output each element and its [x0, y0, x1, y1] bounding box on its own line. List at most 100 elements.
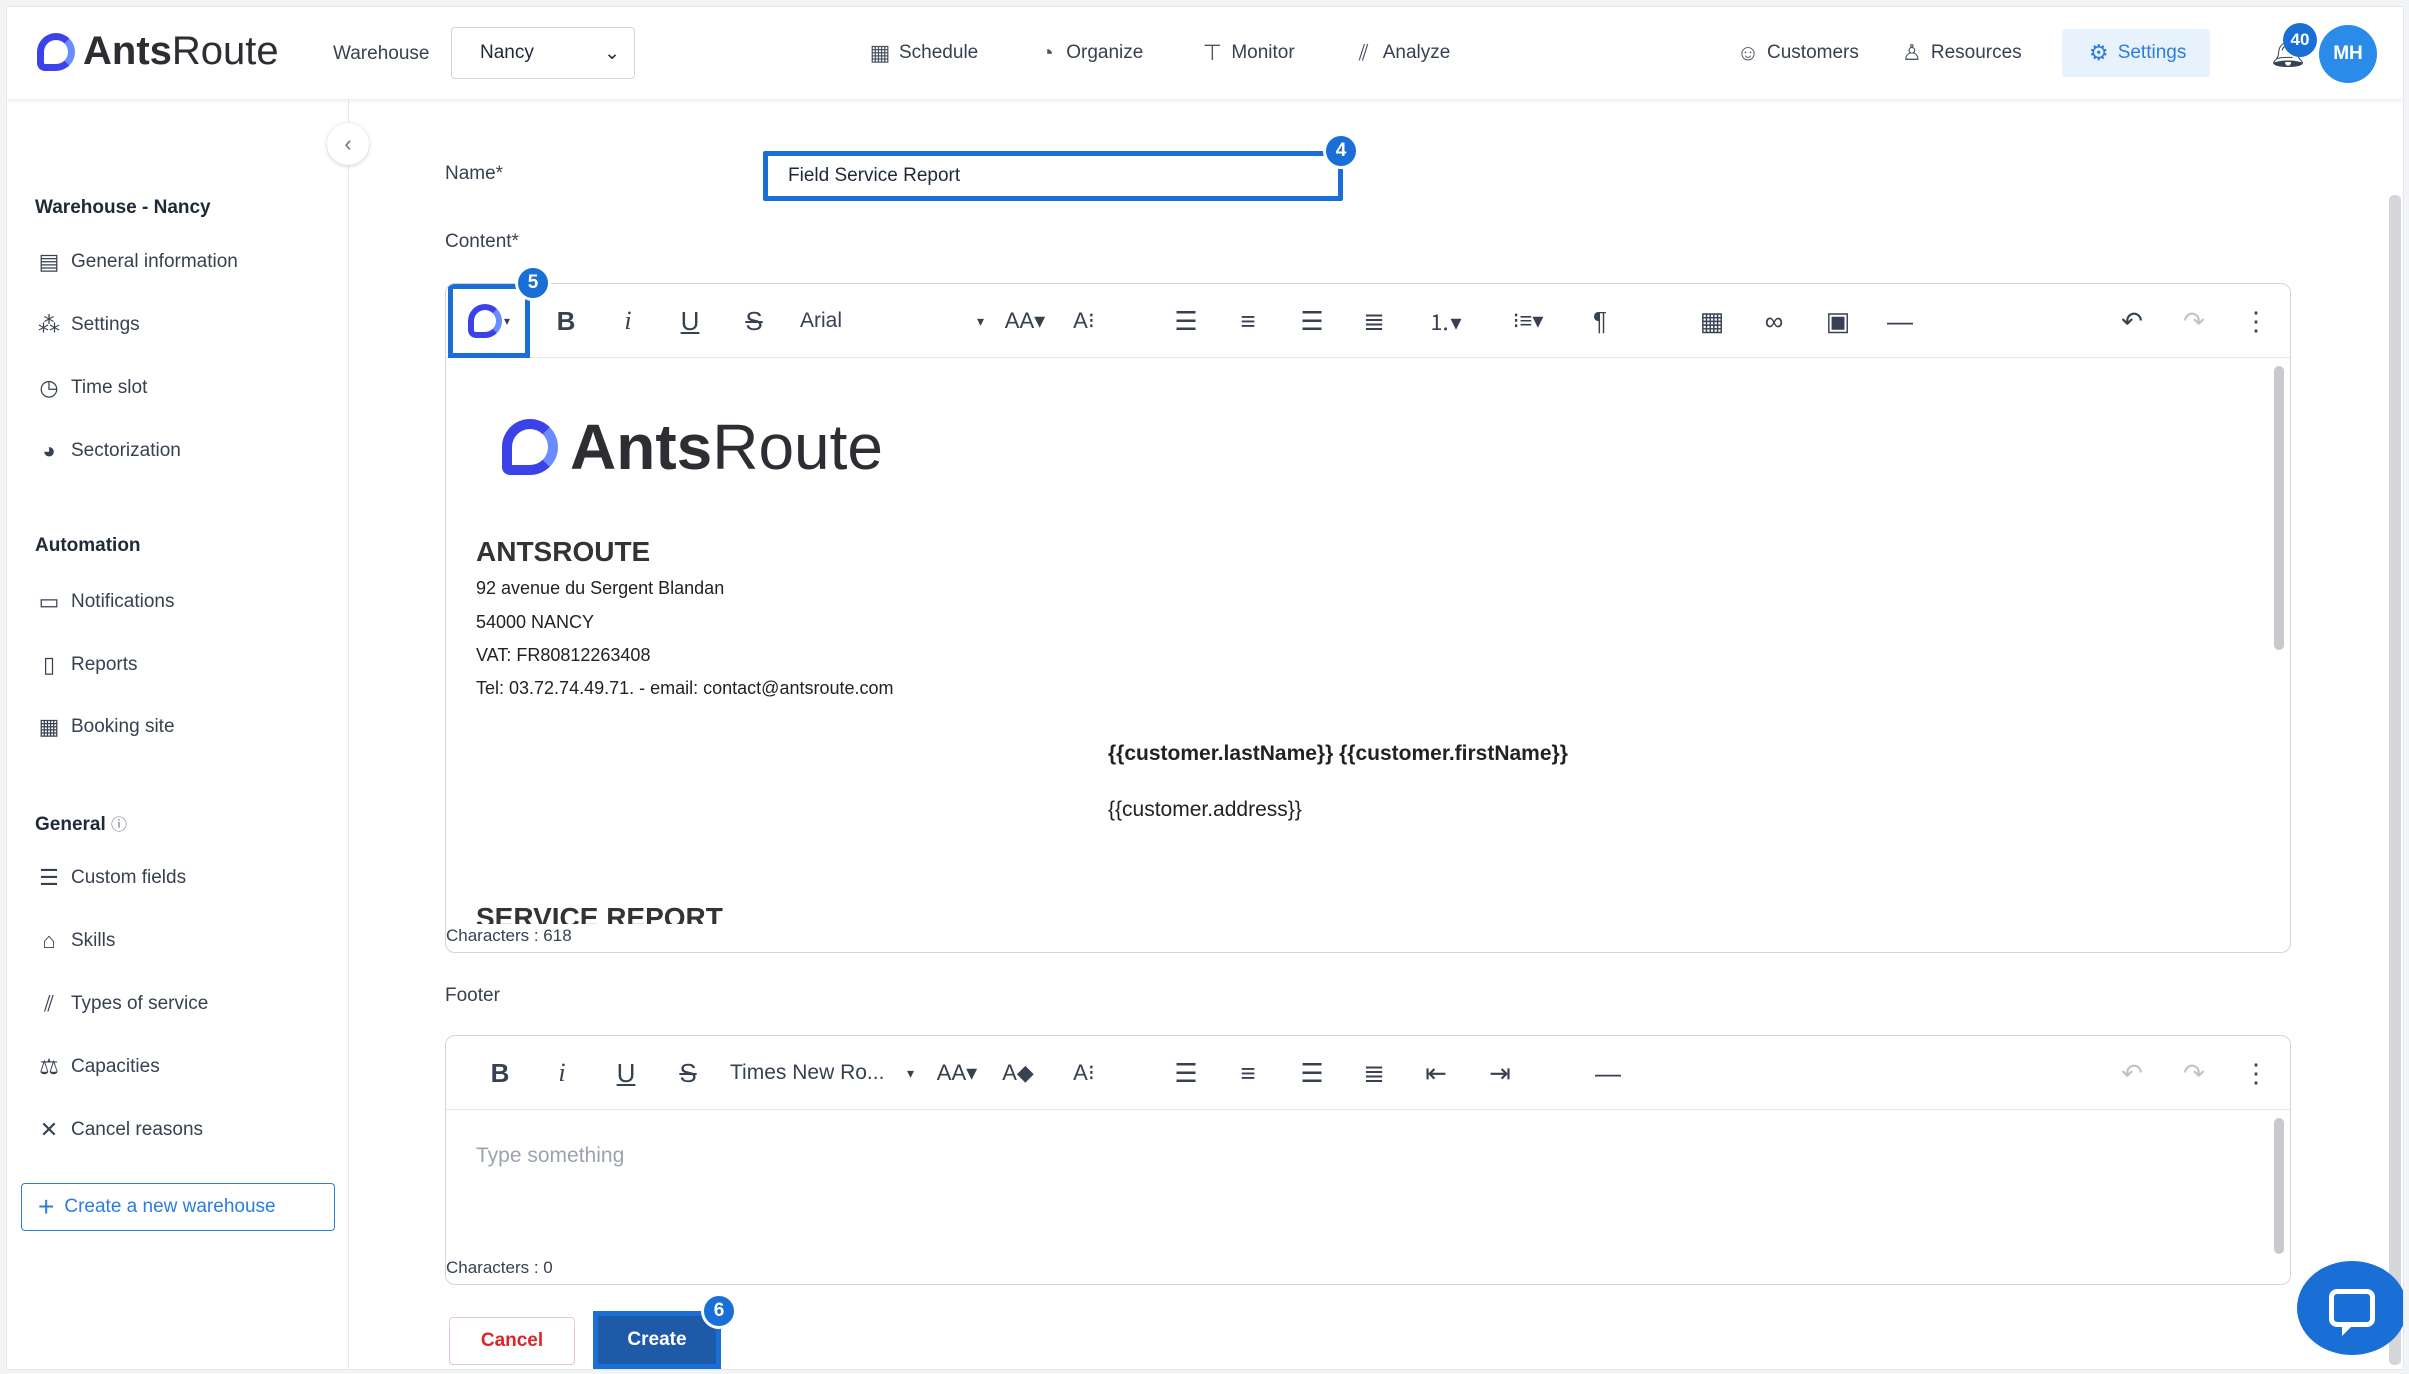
sidebar-section-warehouse: Warehouse - Nancy [35, 197, 211, 218]
sidebar-item-capacities[interactable]: ⚖ Capacities [35, 1054, 160, 1080]
app-logo[interactable]: AntsRoute [37, 29, 279, 74]
nav-resources[interactable]: ♙ Resources [1899, 35, 2022, 71]
main-nav: ▦ Schedule ◔ Organize ⊤ Monitor ⫽ Analyze [867, 35, 1451, 71]
more-options-icon[interactable]: ⋮ [2236, 302, 2276, 340]
clock-icon: ◷ [39, 375, 59, 400]
align-right-icon[interactable]: ☰ [1292, 1054, 1332, 1092]
nav-analyze[interactable]: ⫽ Analyze [1351, 35, 1451, 71]
sidebar-item-general-information[interactable]: ▤ General information [35, 249, 238, 275]
redo-icon[interactable]: ↷ [2174, 302, 2214, 340]
nav-customers[interactable]: ☺ Customers [1735, 35, 1859, 71]
calendar-icon: ▦ [38, 714, 60, 739]
chat-widget-button[interactable] [2297, 1261, 2403, 1355]
nav-schedule[interactable]: ▦ Schedule [867, 35, 979, 71]
bold-button[interactable]: B [546, 302, 586, 340]
bold-button[interactable]: B [480, 1054, 520, 1092]
sidebar-item-time-slot[interactable]: ◷ Time slot [35, 375, 147, 401]
logo-text: AntsRoute [83, 29, 279, 73]
chevron-down-icon: ⌄ [604, 42, 620, 64]
footer-placeholder: Type something [476, 1144, 625, 1167]
nav-monitor[interactable]: ⊤ Monitor [1199, 35, 1295, 71]
document-logo: AntsRoute [502, 410, 883, 484]
line-height-button[interactable]: A⁝ [1064, 302, 1104, 340]
gauge-icon: ◔ [1040, 40, 1054, 65]
caret-down-icon: ▾ [503, 314, 511, 328]
font-size-button[interactable]: AA▾ [998, 302, 1052, 340]
footer-editor: B i U S Times New Ro... ▾ AA▾ A◆ A⁝ ☰ ≡ ☰… [445, 1035, 2291, 1285]
logo-insert-button[interactable]: ▾ [448, 284, 530, 358]
sidebar-collapse-button[interactable]: ‹ [327, 123, 369, 165]
align-left-icon[interactable]: ☰ [1166, 302, 1206, 340]
image-icon[interactable]: ▣ [1818, 302, 1858, 340]
redo-icon[interactable]: ↷ [2174, 1054, 2214, 1092]
nav-settings[interactable]: ⚙ Settings [2061, 29, 2211, 77]
sidebar-item-sectorization[interactable]: ◕ Sectorization [35, 438, 181, 464]
cancel-button[interactable]: Cancel [449, 1317, 575, 1365]
doc-city: 54000 NANCY [476, 612, 595, 632]
italic-button[interactable]: i [542, 1054, 582, 1092]
sidebar-item-types-of-service[interactable]: ⫽ Types of service [35, 991, 208, 1017]
table-icon[interactable]: ▦ [1692, 302, 1732, 340]
doc-address: 92 avenue du Sergent Blandan [476, 578, 725, 598]
page-scrollbar[interactable] [2389, 195, 2401, 1365]
avatar[interactable]: MH [2319, 25, 2377, 83]
underline-button[interactable]: U [606, 1054, 646, 1092]
italic-button[interactable]: i [608, 302, 648, 340]
undo-icon[interactable]: ↶ [2112, 302, 2152, 340]
sidebar-item-reports[interactable]: ▯ Reports [35, 652, 138, 678]
close-icon: ✕ [39, 1117, 59, 1142]
create-button[interactable]: Create [593, 1311, 721, 1369]
outdent-icon[interactable]: ⇤ [1416, 1054, 1456, 1092]
sidebar-item-settings[interactable]: ⁂ Settings [35, 312, 140, 338]
align-center-icon[interactable]: ≡ [1228, 1054, 1268, 1092]
content-document[interactable]: AntsRoute ANTSROUTE 92 avenue du Sergent… [446, 358, 2290, 924]
indent-icon[interactable]: ⇥ [1480, 1054, 1520, 1092]
message-icon: ▭ [38, 589, 60, 614]
chevron-left-icon: ‹ [344, 131, 352, 156]
sidebar-item-booking-site[interactable]: ▦ Booking site [35, 714, 175, 740]
font-size-button[interactable]: AA▾ [930, 1054, 984, 1092]
bullet-list-button[interactable]: ⁝≡▾ [1498, 302, 1558, 340]
link-icon[interactable]: ∞ [1754, 302, 1794, 340]
nav-organize[interactable]: ◔ Organize [1034, 35, 1144, 71]
antsroute-logo-icon [502, 419, 558, 475]
ordered-list-button[interactable]: ⒈▾ [1416, 302, 1474, 340]
strikethrough-button[interactable]: S [668, 1054, 708, 1092]
horizontal-rule-icon[interactable]: — [1880, 302, 1920, 340]
line-height-button[interactable]: A⁝ [1064, 1054, 1104, 1092]
antsroute-logo-icon [37, 32, 75, 71]
warehouse-label: Warehouse [333, 43, 430, 64]
align-center-icon[interactable]: ≡ [1228, 302, 1268, 340]
font-family-select[interactable]: Arial ▾ [792, 302, 992, 340]
doc-customer-address: {{customer.address}} [1108, 798, 1302, 821]
more-options-icon[interactable]: ⋮ [2236, 1054, 2276, 1092]
content-scrollbar[interactable] [2274, 366, 2284, 650]
report-form: Name* Field Service Report 4 Content* ▾ … [349, 99, 2403, 1369]
plus-icon: + [38, 1191, 55, 1222]
align-right-icon[interactable]: ☰ [1292, 302, 1332, 340]
chat-icon [2329, 1289, 2375, 1336]
font-family-select[interactable]: Times New Ro... ▾ [722, 1054, 922, 1092]
create-warehouse-button[interactable]: + Create a new warehouse [21, 1183, 335, 1231]
sidebar-item-custom-fields[interactable]: ☰ Custom fields [35, 865, 186, 891]
footer-document[interactable]: Type something [446, 1110, 2290, 1260]
sidebar-item-cancel-reasons[interactable]: ✕ Cancel reasons [35, 1117, 203, 1143]
sidebar-item-skills[interactable]: ⌂ Skills [35, 928, 115, 954]
resources-icon: ♙ [1901, 40, 1922, 65]
align-justify-icon[interactable]: ≣ [1354, 1054, 1394, 1092]
name-input[interactable]: Field Service Report [763, 151, 1343, 201]
align-left-icon[interactable]: ☰ [1166, 1054, 1206, 1092]
step-badge-5: 5 [515, 265, 551, 301]
paragraph-icon[interactable]: ¶ [1580, 302, 1620, 340]
content-char-count: Characters : 618 [446, 926, 572, 945]
warehouse-select[interactable]: Nancy ⌄ [451, 27, 635, 79]
sidebar-item-notifications[interactable]: ▭ Notifications [35, 589, 175, 615]
footer-scrollbar[interactable] [2274, 1118, 2284, 1254]
doc-report-title: SERVICE REPORT [476, 902, 723, 924]
strikethrough-button[interactable]: S [734, 302, 774, 340]
text-color-button[interactable]: A◆ [998, 1054, 1038, 1092]
undo-icon[interactable]: ↶ [2112, 1054, 2152, 1092]
horizontal-rule-icon[interactable]: — [1588, 1054, 1628, 1092]
align-justify-icon[interactable]: ≣ [1354, 302, 1394, 340]
underline-button[interactable]: U [670, 302, 710, 340]
